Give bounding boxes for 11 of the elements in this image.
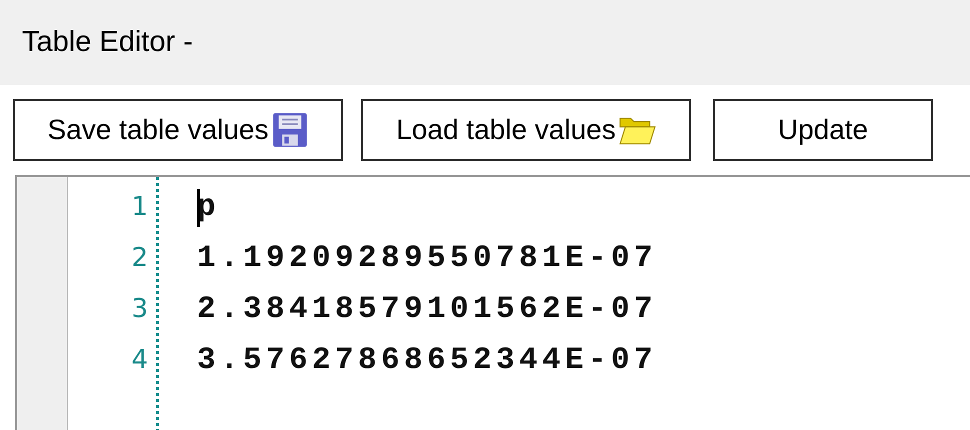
- update-button[interactable]: Update: [713, 99, 933, 161]
- line-number: 2: [131, 242, 148, 275]
- load-button[interactable]: Load table values: [361, 99, 691, 161]
- code-line: 3.57627868652344E-07: [197, 343, 658, 378]
- line-number: 1: [131, 191, 148, 224]
- code-line: 1.19209289550781E-07: [197, 241, 658, 276]
- line-number: 3: [131, 293, 148, 326]
- save-button[interactable]: Save table values: [13, 99, 343, 161]
- line-number: 4: [131, 344, 148, 377]
- window-title: Table Editor -: [22, 26, 193, 59]
- code-line: 2.38418579101562E-07: [197, 292, 658, 327]
